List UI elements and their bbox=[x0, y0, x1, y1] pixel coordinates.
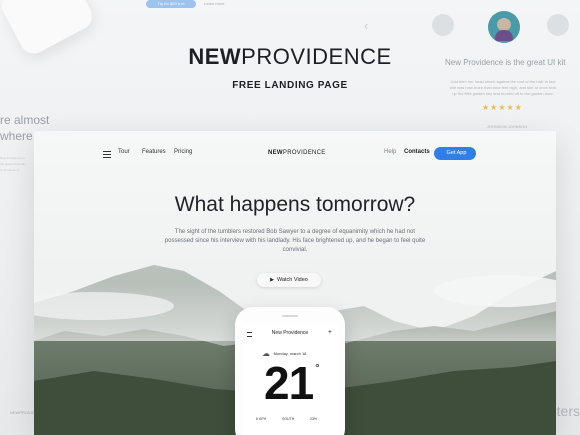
background-heading-line: re almost bbox=[0, 113, 50, 127]
phone-speaker bbox=[282, 315, 298, 317]
logo-light: PROVIDENCE bbox=[282, 150, 326, 156]
temperature-value: 21 bbox=[264, 357, 314, 409]
watch-video-button[interactable]: ▶ Watch Video bbox=[257, 273, 321, 287]
app-title: New Providence bbox=[271, 330, 309, 336]
watch-video-label: Watch Video bbox=[276, 277, 308, 283]
get-app-button[interactable]: Get App bbox=[434, 147, 476, 160]
wind-direction: SOUTH bbox=[282, 417, 295, 421]
weather-date: Monday, march 18 bbox=[273, 351, 307, 356]
wind-speed: 6 KPH bbox=[256, 417, 267, 421]
degree-symbol: ° bbox=[315, 361, 320, 375]
nav-link-pricing[interactable]: Pricing bbox=[174, 149, 192, 155]
phone-mockup: New Providence + ☁ Monday, march 18 21 °… bbox=[235, 307, 345, 435]
hamburger-icon[interactable] bbox=[103, 151, 111, 158]
nav-link-contacts[interactable]: Contacts bbox=[404, 149, 430, 155]
play-icon: ▶ bbox=[270, 277, 274, 283]
brand-title: NEWPROVIDENCE bbox=[0, 44, 580, 70]
top-navigation: Tour Features Pricing NEWPROVIDENCE Help… bbox=[34, 131, 556, 175]
avatar bbox=[547, 14, 569, 36]
testimonial-author: JOHNSON JOHNSON bbox=[487, 124, 528, 129]
brand-light: PROVIDENCE bbox=[241, 44, 392, 69]
hero-paragraph: The sight of the tumblers restored Bob S… bbox=[164, 229, 426, 253]
nav-link-help[interactable]: Help bbox=[384, 149, 396, 155]
brand-bold: NEW bbox=[188, 44, 242, 69]
site-logo[interactable]: NEWPROVIDENCE bbox=[268, 150, 326, 156]
landing-page-preview: Tour Features Pricing NEWPROVIDENCE Help… bbox=[34, 131, 556, 435]
chevron-left-icon: ‹ bbox=[364, 18, 369, 33]
plus-icon[interactable]: + bbox=[328, 329, 332, 336]
background-button: Try for $20 a m bbox=[146, 0, 196, 8]
nav-link-features[interactable]: Features bbox=[142, 149, 166, 155]
background-link: Learn more bbox=[204, 1, 225, 6]
brand-subtitle: FREE LANDING PAGE bbox=[232, 80, 348, 91]
phone-screen: New Providence + ☁ Monday, march 18 21 °… bbox=[242, 325, 338, 435]
humidity: 23% bbox=[310, 417, 318, 421]
rating-stars: ★★★★★ bbox=[482, 103, 523, 112]
hero-headline: What happens tomorrow? bbox=[174, 193, 416, 216]
background-text: New Providence is the great UI kit fully… bbox=[0, 156, 26, 172]
nav-link-tour[interactable]: Tour bbox=[118, 149, 130, 155]
avatar bbox=[432, 14, 454, 36]
avatar bbox=[488, 11, 520, 43]
logo-bold: NEW bbox=[268, 150, 283, 156]
get-app-label: Get App bbox=[446, 150, 467, 156]
background-heading-right: ters bbox=[556, 403, 580, 419]
